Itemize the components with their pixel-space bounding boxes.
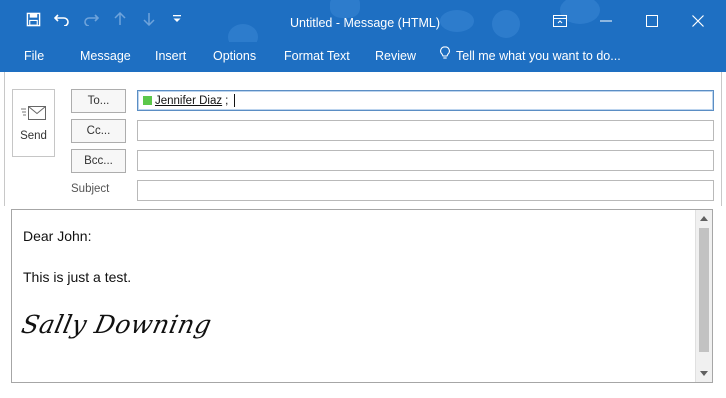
tab-message[interactable]: Message bbox=[80, 46, 131, 66]
send-envelope-icon bbox=[20, 105, 47, 124]
to-button[interactable]: To... bbox=[71, 89, 126, 113]
bcc-button[interactable]: Bcc... bbox=[71, 149, 126, 173]
lightbulb-icon bbox=[440, 46, 450, 66]
subject-label: Subject bbox=[71, 183, 110, 195]
close-icon[interactable] bbox=[675, 6, 721, 36]
to-field[interactable]: Jennifer Diaz; bbox=[137, 90, 714, 111]
background-decoration bbox=[228, 24, 258, 42]
scroll-down-icon[interactable] bbox=[696, 365, 712, 382]
body-greeting: Dear John: bbox=[23, 228, 92, 244]
undo-icon[interactable] bbox=[51, 8, 73, 30]
body-text: This is just a test. bbox=[23, 269, 132, 285]
window-title: Untitled - Message (HTML) bbox=[290, 16, 441, 30]
message-body[interactable]: Dear John: This is just a test. Sally Do… bbox=[11, 209, 713, 383]
window-bottom-edge bbox=[0, 392, 726, 398]
tell-me-text: Tell me what you want to do... bbox=[456, 49, 621, 63]
maximize-icon[interactable] bbox=[629, 6, 675, 36]
tab-file[interactable]: File bbox=[24, 46, 44, 66]
tell-me-search[interactable]: Tell me what you want to do... bbox=[440, 46, 621, 66]
cc-field[interactable] bbox=[137, 120, 714, 141]
title-bar: Untitled - Message (HTML) bbox=[0, 0, 726, 42]
scrollbar-thumb[interactable] bbox=[699, 228, 709, 352]
send-button[interactable]: Send bbox=[12, 89, 55, 157]
minimize-icon[interactable] bbox=[583, 6, 629, 36]
background-decoration bbox=[440, 10, 474, 32]
tab-insert[interactable]: Insert bbox=[155, 46, 186, 66]
recipient-chip[interactable]: Jennifer Diaz; bbox=[143, 94, 236, 107]
redo-icon bbox=[80, 8, 102, 30]
tab-format-text[interactable]: Format Text bbox=[284, 46, 350, 66]
cc-button[interactable]: Cc... bbox=[71, 119, 126, 143]
down-arrow-icon bbox=[138, 8, 160, 30]
subject-field[interactable] bbox=[137, 180, 714, 201]
vertical-scrollbar[interactable] bbox=[695, 210, 712, 382]
bcc-field[interactable] bbox=[137, 150, 714, 171]
ribbon-display-options-icon[interactable] bbox=[537, 6, 583, 36]
scroll-up-icon[interactable] bbox=[696, 210, 712, 227]
send-label: Send bbox=[20, 129, 47, 142]
recipient-separator: ; bbox=[225, 94, 229, 107]
up-arrow-icon bbox=[109, 8, 131, 30]
background-decoration bbox=[492, 10, 520, 38]
tab-options[interactable]: Options bbox=[213, 46, 256, 66]
tab-review[interactable]: Review bbox=[375, 46, 416, 66]
save-icon[interactable] bbox=[22, 8, 44, 30]
text-cursor bbox=[234, 94, 236, 107]
customize-qat-icon[interactable] bbox=[166, 8, 188, 30]
presence-status-icon bbox=[143, 96, 152, 105]
signature: Sally Downing bbox=[18, 310, 215, 339]
recipient-name: Jennifer Diaz bbox=[155, 94, 223, 107]
ribbon-tabs: File Message Insert Options Format Text … bbox=[0, 42, 726, 72]
